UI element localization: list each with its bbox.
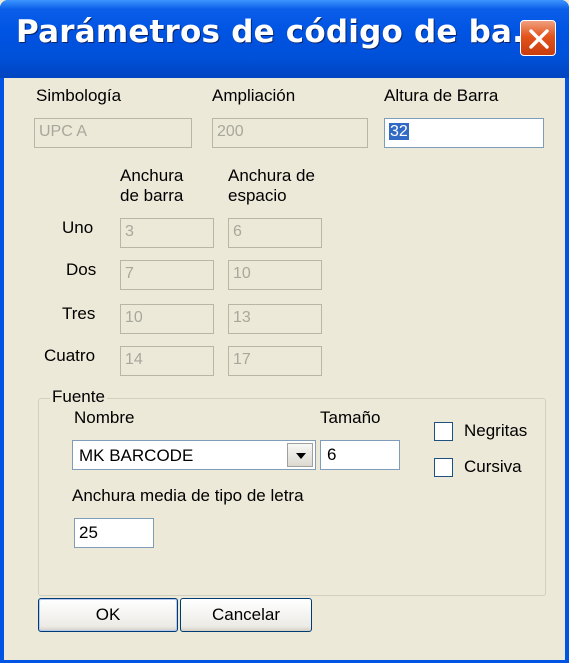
row-label-cuatro: Cuatro [44,346,96,365]
font-name-label: Nombre [74,408,135,427]
italic-label: Cursiva [464,457,522,476]
space-width-tres-field: 13 [228,304,322,334]
close-button[interactable] [520,20,556,56]
font-group-legend: Fuente [50,387,107,407]
dialog-window: Parámetros de código de ba... Simbología… [0,0,569,663]
symbology-label: Simbología [36,86,122,105]
space-width-uno-field: 6 [228,218,322,248]
bar-width-header-line1: Anchura [120,166,184,185]
font-size-input[interactable]: 6 [320,440,400,470]
space-width-column-header: Anchura de espacio [228,166,315,206]
bar-width-cuatro-field: 14 [120,346,214,376]
row-label-dos: Dos [66,260,97,279]
italic-checkbox[interactable] [434,458,453,477]
font-name-value: MK BARCODE [79,446,194,465]
space-width-header-line1: Anchura de [228,166,315,185]
cancel-button[interactable]: Cancelar [180,598,312,632]
bold-checkbox[interactable] [434,422,453,441]
space-width-dos-field: 10 [228,260,322,290]
symbology-field: UPC A [34,118,192,148]
chevron-down-icon [296,453,306,459]
magnification-label: Ampliación [212,86,296,105]
avg-width-label: Anchura media de tipo de letra [72,486,304,505]
magnification-field: 200 [212,118,368,148]
dialog-body: Simbología Ampliación Altura de Barra UP… [4,78,565,660]
row-label-tres: Tres [62,304,96,323]
bar-height-input[interactable]: 32 [384,118,544,148]
row-label-uno: Uno [62,218,94,237]
bar-width-dos-field: 7 [120,260,214,290]
bar-width-uno-field: 3 [120,218,214,248]
bar-height-value: 32 [389,123,409,140]
bar-width-tres-field: 10 [120,304,214,334]
bar-width-column-header: Anchura de barra [120,166,183,206]
space-width-header-line2: espacio [228,186,287,205]
bar-width-header-line2: de barra [120,186,184,205]
bar-height-label: Altura de Barra [384,86,499,105]
window-title: Parámetros de código de ba... [16,14,549,50]
bold-label: Negritas [464,421,528,440]
avg-width-input[interactable]: 25 [74,518,154,548]
close-icon [529,29,549,49]
space-width-cuatro-field: 17 [228,346,322,376]
font-size-label: Tamaño [320,408,381,427]
ok-button[interactable]: OK [38,598,178,632]
title-bar[interactable]: Parámetros de código de ba... [0,0,569,78]
font-name-dropdown-button[interactable] [287,443,313,467]
font-name-select[interactable]: MK BARCODE [72,440,316,470]
